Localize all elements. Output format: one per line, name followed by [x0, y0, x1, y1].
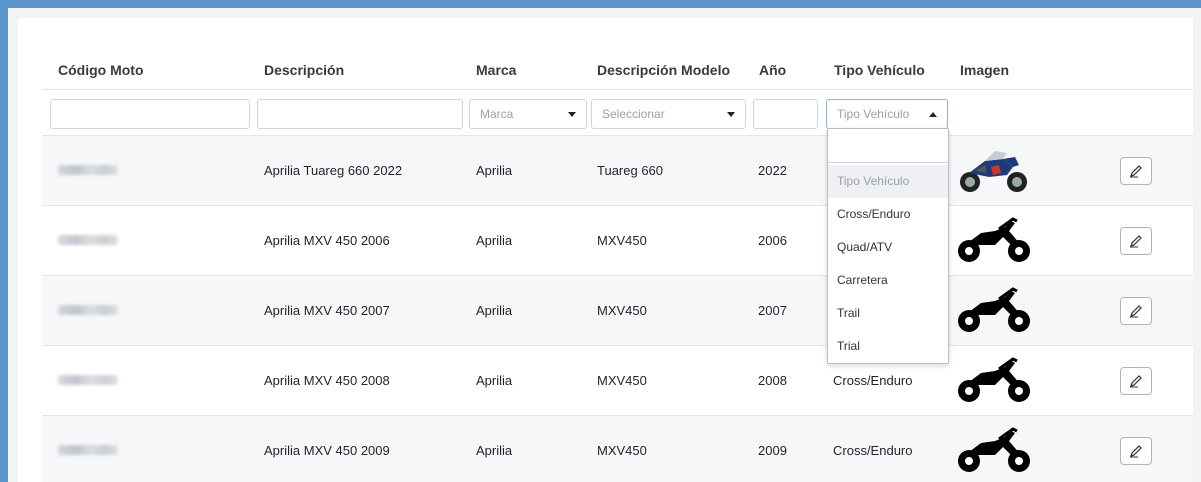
row-anio: 2006	[758, 233, 787, 248]
codigo-moto-redacted	[58, 375, 118, 385]
row-marca: Aprilia	[476, 443, 513, 458]
header-descripcion: Descripción	[264, 62, 345, 78]
chevron-up-icon	[929, 111, 937, 117]
dropdown-option-placeholder[interactable]: Tipo Vehículo	[828, 165, 948, 198]
table-row[interactable]: Aprilia MXV 450 2009 Aprilia MXV450 2009…	[42, 415, 1193, 482]
pencil-icon	[1130, 445, 1142, 458]
row-anio: 2008	[758, 373, 787, 388]
table-row[interactable]: Aprilia MXV 450 2006 Aprilia MXV450 2006	[42, 205, 1193, 275]
pencil-icon	[1130, 375, 1142, 388]
row-tipo: Cross/Enduro	[833, 373, 913, 388]
dropdown-option-quad-atv[interactable]: Quad/ATV	[828, 231, 948, 264]
dropdown-option-carretera[interactable]: Carretera	[828, 264, 948, 297]
codigo-moto-redacted	[58, 165, 118, 175]
row-tipo: Cross/Enduro	[833, 443, 913, 458]
adventure-bike-image	[960, 151, 1027, 192]
filter-anio-input[interactable]	[753, 99, 818, 129]
row-modelo: MXV450	[597, 303, 647, 318]
row-marca: Aprilia	[476, 163, 513, 178]
filter-modelo-placeholder: Seleccionar	[602, 107, 665, 121]
row-marca: Aprilia	[476, 373, 513, 388]
filter-marca-select[interactable]: Marca	[469, 99, 587, 129]
filter-descripcion-input[interactable]	[257, 99, 463, 129]
dirt-bike-image	[958, 427, 1030, 472]
header-anio: Año	[759, 62, 787, 78]
row-descripcion: Aprilia Tuareg 660 2022	[264, 163, 403, 178]
header-divider	[42, 89, 1193, 90]
filter-tipo-select[interactable]: Tipo Vehículo	[826, 99, 948, 129]
app-frame: Código Moto Descripción Marca Descripció…	[8, 8, 1201, 482]
edit-button[interactable]	[1120, 367, 1152, 395]
table-row[interactable]: Aprilia MXV 450 2008 Aprilia MXV450 2008…	[42, 345, 1193, 415]
row-descripcion: Aprilia MXV 450 2006	[264, 233, 390, 248]
chevron-down-icon	[568, 111, 576, 117]
row-marca: Aprilia	[476, 303, 513, 318]
row-anio: 2009	[758, 443, 787, 458]
codigo-moto-redacted	[58, 305, 118, 315]
tipo-vehiculo-dropdown: Tipo Vehículo Cross/Enduro Quad/ATV Carr…	[827, 128, 949, 364]
filter-codigo-input[interactable]	[50, 99, 250, 129]
row-anio: 2022	[758, 163, 787, 178]
row-modelo: MXV450	[597, 233, 647, 248]
row-modelo: MXV450	[597, 443, 647, 458]
row-marca: Aprilia	[476, 233, 513, 248]
codigo-moto-redacted	[58, 235, 118, 245]
table-row[interactable]: Aprilia Tuareg 660 2022 Aprilia Tuareg 6…	[42, 135, 1193, 205]
table-row[interactable]: Aprilia MXV 450 2007 Aprilia MXV450 2007	[42, 275, 1193, 345]
header-codigo-moto: Código Moto	[58, 62, 144, 78]
header-imagen: Imagen	[960, 62, 1010, 78]
dirt-bike-image	[958, 217, 1030, 262]
dropdown-option-trail[interactable]: Trail	[828, 297, 948, 330]
chevron-down-icon	[727, 111, 735, 117]
header-tipo-vehiculo: Tipo Vehículo	[834, 62, 925, 78]
pencil-icon	[1130, 235, 1142, 248]
edit-button[interactable]	[1120, 297, 1152, 325]
motos-table-card: Código Moto Descripción Marca Descripció…	[18, 18, 1193, 482]
dirt-bike-image	[958, 357, 1030, 402]
header-descripcion-modelo: Descripción Modelo	[597, 62, 731, 78]
dirt-bike-image	[958, 287, 1030, 332]
row-modelo: Tuareg 660	[597, 163, 664, 178]
dropdown-search-input[interactable]	[828, 129, 948, 163]
filter-tipo-placeholder: Tipo Vehículo	[837, 107, 910, 121]
pencil-icon	[1130, 165, 1142, 178]
edit-button[interactable]	[1120, 157, 1152, 185]
row-descripcion: Aprilia MXV 450 2007	[264, 303, 390, 318]
row-descripcion: Aprilia MXV 450 2009	[264, 443, 390, 458]
row-anio: 2007	[758, 303, 787, 318]
row-modelo: MXV450	[597, 373, 647, 388]
pencil-icon	[1130, 305, 1142, 318]
filter-modelo-select[interactable]: Seleccionar	[591, 99, 746, 129]
edit-button[interactable]	[1120, 437, 1152, 465]
filter-marca-placeholder: Marca	[480, 107, 514, 121]
header-marca: Marca	[476, 62, 517, 78]
dropdown-option-cross-enduro[interactable]: Cross/Enduro	[828, 198, 948, 231]
edit-button[interactable]	[1120, 227, 1152, 255]
row-descripcion: Aprilia MXV 450 2008	[264, 373, 390, 388]
codigo-moto-redacted	[58, 445, 118, 455]
dropdown-option-trial[interactable]: Trial	[828, 330, 948, 363]
